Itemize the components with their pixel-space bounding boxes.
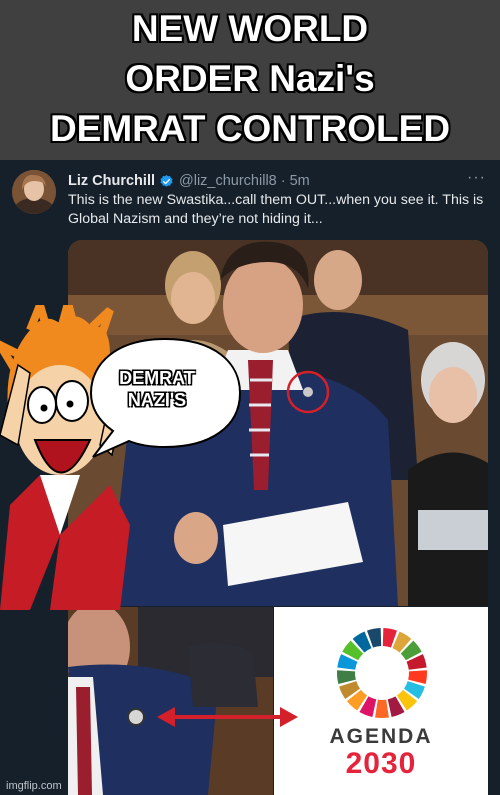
more-icon[interactable]: ···	[467, 169, 486, 187]
user-handle[interactable]: @liz_churchill8	[179, 173, 277, 189]
double-arrow-icon	[157, 707, 298, 727]
tweet-photo-closeup[interactable]	[68, 607, 273, 795]
imgflip-watermark: imgflip.com	[6, 780, 62, 792]
sdg-wheel-segment	[375, 699, 389, 718]
verified-badge-icon	[159, 174, 174, 189]
sdg-wheel-segment	[408, 670, 427, 685]
avatar-portrait	[12, 170, 56, 214]
separator-dot: ·	[280, 173, 286, 189]
tweet-header: Liz Churchill @liz_churchill8 · 5m	[68, 171, 310, 191]
speech-bubble-text: DEMRAT NAZI'S	[119, 368, 195, 410]
agenda-2030-image[interactable]: AGENDA 2030	[274, 607, 488, 795]
agenda-label: AGENDA	[329, 725, 433, 748]
tweet-timestamp[interactable]: 5m	[290, 173, 310, 189]
meme-caption: NEW WORLD ORDER Nazi's DEMRAT CONTROLED	[49, 8, 451, 149]
caption-band: NEW WORLD ORDER Nazi's DEMRAT CONTROLED	[0, 0, 500, 160]
lapel-pin-closeup-photo	[68, 607, 273, 795]
avatar[interactable]	[12, 170, 56, 214]
agenda-year: 2030	[345, 747, 417, 780]
tweet-text: This is the new Swastika...call them OUT…	[68, 192, 484, 227]
user-name[interactable]: Liz Churchill	[68, 173, 155, 189]
meme-canvas: NEW WORLD ORDER Nazi's DEMRAT CONTROLED …	[0, 0, 500, 795]
sdg-wheel-segment	[337, 670, 356, 685]
